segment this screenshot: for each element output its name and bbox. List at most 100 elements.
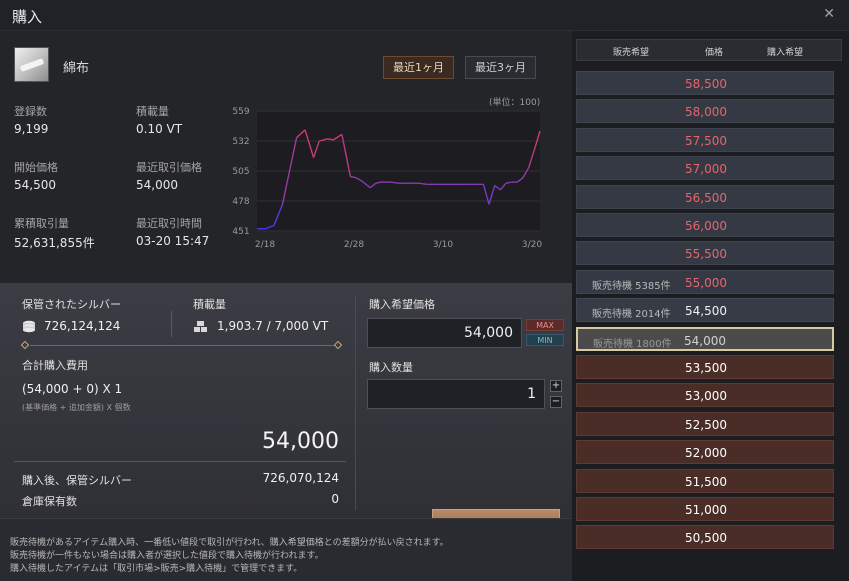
period-3-months-button[interactable]: 最近3ヶ月 xyxy=(465,56,536,79)
order-price: 53,000 xyxy=(685,389,727,404)
capacity-label: 積載量 xyxy=(193,298,226,311)
order-price: 58,500 xyxy=(685,77,727,91)
start-price-value: 54,500 xyxy=(14,178,56,192)
total-cost-label: 合計購入費用 xyxy=(22,359,88,372)
min-price-button[interactable]: MIN xyxy=(526,334,564,346)
notice-footer: 販売待機があるアイテム購入時、一番低い値段で取引が行われ、購入希望価格との差額分… xyxy=(0,518,572,581)
total-trades-value: 52,631,855件 xyxy=(14,236,95,250)
y-tick-label: 451 xyxy=(232,227,249,237)
order-book-row[interactable]: 57,000 xyxy=(576,156,834,181)
stored-silver-label: 保管されたシルバー xyxy=(22,298,121,311)
order-book-row[interactable]: 販売待機 1800件 54,000 xyxy=(576,326,834,351)
order-price: 54,500 xyxy=(685,304,727,319)
divider-right-ornament xyxy=(333,340,343,350)
item-weight-value: 0.10 VT xyxy=(136,122,183,136)
order-book-row[interactable]: 52,000 xyxy=(576,440,834,465)
order-book-row[interactable]: 58,500 xyxy=(576,71,834,95)
quantity-label: 購入数量 xyxy=(369,361,413,374)
x-tick-label: 2/18 xyxy=(255,240,275,250)
desired-price-input[interactable]: 54,000 xyxy=(367,318,522,348)
order-book-row[interactable]: 53,500 xyxy=(576,355,834,379)
notice-line: 販売待機が一件もない場合は購入者が選択した値段で購入待機が行われます。 xyxy=(10,551,324,561)
pending-sell-count: 販売待機 1800件 xyxy=(593,338,672,350)
order-book-row[interactable]: 53,000 xyxy=(576,383,834,408)
x-tick-label: 3/20 xyxy=(522,240,542,250)
quantity-increase-button[interactable]: + xyxy=(550,380,562,392)
pending-sell-count: 販売待機 5385件 xyxy=(592,280,671,292)
order-book-row[interactable]: 58,000 xyxy=(576,99,834,124)
start-price-label: 開始価格 xyxy=(14,161,58,174)
order-book-row[interactable]: 51,500 xyxy=(576,468,834,493)
order-book-row[interactable]: 販売待機 5385件 55,000 xyxy=(576,269,834,294)
x-tick-label: 2/28 xyxy=(344,240,364,250)
order-book-row[interactable]: 57,500 xyxy=(576,127,834,152)
order-price: 53,500 xyxy=(685,361,727,375)
order-price: 54,000 xyxy=(684,333,726,348)
order-price: 52,000 xyxy=(685,446,727,461)
y-tick-label: 505 xyxy=(232,167,249,177)
order-book-header: 販売希望 価格 購入希望 xyxy=(576,39,842,61)
order-price: 55,000 xyxy=(685,275,727,290)
quantity-decrease-button[interactable]: − xyxy=(550,396,562,408)
order-book-row[interactable]: 50,500 xyxy=(576,525,834,550)
pending-sell-count: 販売待機 2014件 xyxy=(592,309,671,321)
column-divider xyxy=(355,295,356,510)
notice-line: 販売待機があるアイテム購入時、一番低い値段で取引が行われ、購入希望価格との差額分… xyxy=(10,538,449,548)
order-price: 51,500 xyxy=(685,474,727,489)
last-trade-time-value: 03-20 15:47 xyxy=(136,234,210,248)
after-silver-value: 726,070,124 xyxy=(262,471,339,485)
price-history-chart: 559 532 505 478 451 2/18 2/28 3/10 3/20 xyxy=(232,107,542,250)
order-book-row[interactable]: 56,000 xyxy=(576,213,834,237)
order-book-row[interactable]: 56,500 xyxy=(576,184,834,209)
order-book-row[interactable]: 55,500 xyxy=(576,241,834,266)
item-name: 綿布 xyxy=(63,61,90,76)
after-silver-label: 購入後、保管シルバー xyxy=(22,474,132,487)
order-book-pane: 販売希望 価格 購入希望 58,500 58,000 57,500 57,000 56,… xyxy=(572,31,849,581)
total-divider xyxy=(14,461,346,462)
ornament-divider xyxy=(30,345,334,346)
item-summary: 綿布 最近1ヶ月 最近3ヶ月 登録数 9,199 積載量 0.10 VT 開始価… xyxy=(0,31,572,283)
header-buy-wish: 購入希望 xyxy=(767,48,804,58)
order-price: 57,000 xyxy=(685,162,727,177)
order-price: 56,000 xyxy=(685,219,727,233)
divider-left-ornament xyxy=(20,340,30,350)
header-sell-wish: 販売希望 xyxy=(613,48,650,58)
quantity-input[interactable]: 1 xyxy=(367,379,545,409)
close-icon[interactable]: ✕ xyxy=(823,6,835,22)
registered-count-value: 9,199 xyxy=(14,122,49,136)
period-1-month-button[interactable]: 最近1ヶ月 xyxy=(383,56,454,79)
order-price: 56,500 xyxy=(685,190,727,205)
stored-silver-value: 726,124,124 xyxy=(44,319,121,333)
last-price-value: 54,000 xyxy=(136,178,178,192)
registered-count-label: 登録数 xyxy=(14,105,47,118)
x-tick-label: 3/10 xyxy=(433,240,453,250)
y-tick-label: 532 xyxy=(232,137,249,147)
notice-line: 購入待機したアイテムは「取引市場>販売>購入待機」で管理できます。 xyxy=(10,564,303,574)
order-price: 52,500 xyxy=(685,417,727,432)
window-title: 購入 xyxy=(12,8,43,26)
item-weight-label: 積載量 xyxy=(136,105,169,118)
capacity-value: 1,903.7 / 7,000 VT xyxy=(217,319,329,333)
stats-divider xyxy=(171,311,172,337)
item-detail-pane: 綿布 最近1ヶ月 最近3ヶ月 登録数 9,199 積載量 0.10 VT 開始価… xyxy=(0,31,572,581)
order-book-row[interactable]: 52,500 xyxy=(576,411,834,436)
order-book-row[interactable]: 51,000 xyxy=(576,497,834,521)
max-price-button[interactable]: MAX xyxy=(526,319,564,331)
desired-price-label: 購入希望価格 xyxy=(369,298,435,311)
silver-coins-icon xyxy=(22,320,36,333)
purchase-panel: 保管されたシルバー 726,124,124 積載量 1,903.7 / 7,00… xyxy=(0,283,572,541)
order-price: 55,500 xyxy=(685,247,727,262)
cost-formula-note: (基準価格 + 追加金額) X 個数 xyxy=(22,403,131,412)
cost-formula: (54,000 + 0) X 1 xyxy=(22,382,123,396)
total-trades-label: 累積取引量 xyxy=(14,217,69,230)
order-book-row[interactable]: 販売待機 2014件 54,500 xyxy=(576,298,834,323)
y-tick-label: 478 xyxy=(232,197,249,207)
total-cost-value: 54,000 xyxy=(262,429,339,454)
weight-icon xyxy=(193,320,208,333)
cotton-fabric-icon xyxy=(14,47,49,82)
last-trade-time-label: 最近取引時間 xyxy=(136,217,202,230)
header-price: 価格 xyxy=(705,48,724,58)
order-price: 50,500 xyxy=(685,531,727,546)
warehouse-count-value: 0 xyxy=(331,492,339,506)
order-price: 57,500 xyxy=(685,133,727,148)
